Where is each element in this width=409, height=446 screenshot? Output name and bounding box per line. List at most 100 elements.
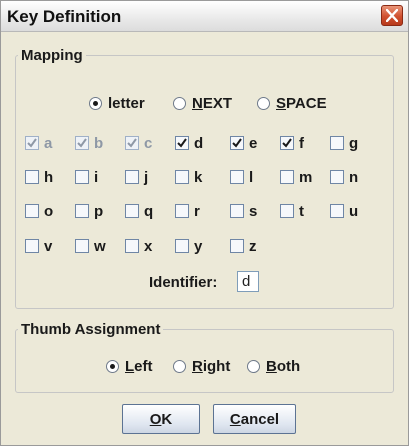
checkbox-q[interactable]: q xyxy=(125,202,153,220)
radio-both-mnemonic: B xyxy=(266,358,277,375)
radio-left-mnemonic: L xyxy=(125,358,135,375)
checkbox-f-box[interactable] xyxy=(280,136,294,150)
checkbox-a-box xyxy=(25,136,39,150)
checkbox-y-box[interactable] xyxy=(175,239,189,253)
checkbox-w[interactable]: w xyxy=(75,237,106,255)
checkbox-r-box[interactable] xyxy=(175,204,189,218)
checkbox-w-label: w xyxy=(94,237,106,255)
radio-left-label: eft xyxy=(134,358,153,375)
checkbox-l[interactable]: l xyxy=(230,168,253,186)
checkbox-p-label: p xyxy=(94,202,104,220)
radio-letter[interactable]: letter xyxy=(89,95,145,112)
radio-both-indicator[interactable] xyxy=(247,360,260,373)
ok-label: K xyxy=(161,410,173,428)
radio-letter-label: letter xyxy=(108,95,145,112)
checkbox-f[interactable]: f xyxy=(280,134,304,152)
checkmark-icon xyxy=(27,138,37,148)
checkbox-f-label: f xyxy=(299,134,304,152)
checkbox-r[interactable]: r xyxy=(175,202,200,220)
checkbox-c: c xyxy=(125,134,152,152)
checkbox-r-label: r xyxy=(194,202,200,220)
radio-right-mnemonic: R xyxy=(192,358,203,375)
radio-both[interactable]: Both xyxy=(247,358,300,375)
checkbox-c-label: c xyxy=(144,134,153,152)
radio-both-label: oth xyxy=(276,358,301,375)
close-button[interactable] xyxy=(381,5,403,26)
checkbox-j-label: j xyxy=(144,168,149,186)
checkbox-k[interactable]: k xyxy=(175,168,202,186)
checkbox-g-box[interactable] xyxy=(330,136,344,150)
checkbox-z[interactable]: z xyxy=(230,237,257,255)
ok-button[interactable]: OK xyxy=(122,404,200,434)
checkbox-v-box[interactable] xyxy=(25,239,39,253)
checkbox-c-box xyxy=(125,136,139,150)
checkbox-q-label: q xyxy=(144,202,154,220)
checkbox-x-box[interactable] xyxy=(125,239,139,253)
ok-mnemonic: O xyxy=(149,410,162,428)
checkbox-e-box[interactable] xyxy=(230,136,244,150)
checkbox-t-box[interactable] xyxy=(280,204,294,218)
checkbox-i[interactable]: i xyxy=(75,168,98,186)
radio-next[interactable]: N EXT xyxy=(173,95,232,112)
radio-right-indicator[interactable] xyxy=(173,360,186,373)
checkbox-m-box[interactable] xyxy=(280,170,294,184)
cancel-button[interactable]: Cancel xyxy=(213,404,296,434)
checkbox-d-box[interactable] xyxy=(175,136,189,150)
checkbox-v[interactable]: v xyxy=(25,237,52,255)
radio-next-indicator[interactable] xyxy=(173,97,186,110)
checkbox-u-box[interactable] xyxy=(330,204,344,218)
checkbox-e[interactable]: e xyxy=(230,134,257,152)
checkbox-y[interactable]: y xyxy=(175,237,202,255)
title-bar[interactable]: Key Definition xyxy=(1,1,408,32)
thumb-assignment-legend: Thumb Assignment xyxy=(21,321,161,338)
radio-letter-indicator[interactable] xyxy=(89,97,102,110)
checkbox-o-box[interactable] xyxy=(25,204,39,218)
radio-right[interactable]: Right xyxy=(173,358,230,375)
checkbox-d-label: d xyxy=(194,134,204,152)
radio-space-indicator[interactable] xyxy=(257,97,270,110)
checkbox-p[interactable]: p xyxy=(75,202,103,220)
checkbox-n-box[interactable] xyxy=(330,170,344,184)
radio-left[interactable]: Left xyxy=(106,358,153,375)
checkbox-l-box[interactable] xyxy=(230,170,244,184)
checkbox-x[interactable]: x xyxy=(125,237,152,255)
checkbox-s-label: s xyxy=(249,202,258,220)
checkbox-n[interactable]: n xyxy=(330,168,358,186)
radio-left-indicator[interactable] xyxy=(106,360,119,373)
radio-next-mnemonic: N xyxy=(192,95,203,112)
checkbox-w-box[interactable] xyxy=(75,239,89,253)
checkbox-m[interactable]: m xyxy=(280,168,312,186)
checkbox-j[interactable]: j xyxy=(125,168,148,186)
checkbox-k-label: k xyxy=(194,168,203,186)
window-title: Key Definition xyxy=(7,7,122,26)
checkbox-o[interactable]: o xyxy=(25,202,53,220)
close-icon xyxy=(386,9,398,22)
checkbox-z-box[interactable] xyxy=(230,239,244,253)
cancel-label: ancel xyxy=(240,410,280,428)
checkbox-t-label: t xyxy=(299,202,304,220)
radio-next-label: EXT xyxy=(202,95,233,112)
checkbox-q-box[interactable] xyxy=(125,204,139,218)
checkbox-d[interactable]: d xyxy=(175,134,203,152)
checkbox-t[interactable]: t xyxy=(280,202,304,220)
checkbox-j-box[interactable] xyxy=(125,170,139,184)
checkbox-s[interactable]: s xyxy=(230,202,257,220)
checkbox-g[interactable]: g xyxy=(330,134,358,152)
checkbox-p-box[interactable] xyxy=(75,204,89,218)
checkbox-n-label: n xyxy=(349,168,359,186)
radio-right-label: ight xyxy=(202,358,231,375)
checkmark-icon xyxy=(232,138,242,148)
checkmark-icon xyxy=(77,138,87,148)
checkbox-s-box[interactable] xyxy=(230,204,244,218)
checkbox-h[interactable]: h xyxy=(25,168,53,186)
checkbox-i-box[interactable] xyxy=(75,170,89,184)
checkbox-h-box[interactable] xyxy=(25,170,39,184)
checkbox-a-label: a xyxy=(44,134,53,152)
radio-space[interactable]: S PACE xyxy=(257,95,327,112)
checkbox-u[interactable]: u xyxy=(330,202,358,220)
checkbox-k-box[interactable] xyxy=(175,170,189,184)
checkbox-m-label: m xyxy=(299,168,313,186)
radio-space-label: PACE xyxy=(286,95,327,112)
identifier-input[interactable] xyxy=(237,271,259,292)
checkbox-y-label: y xyxy=(194,237,203,255)
